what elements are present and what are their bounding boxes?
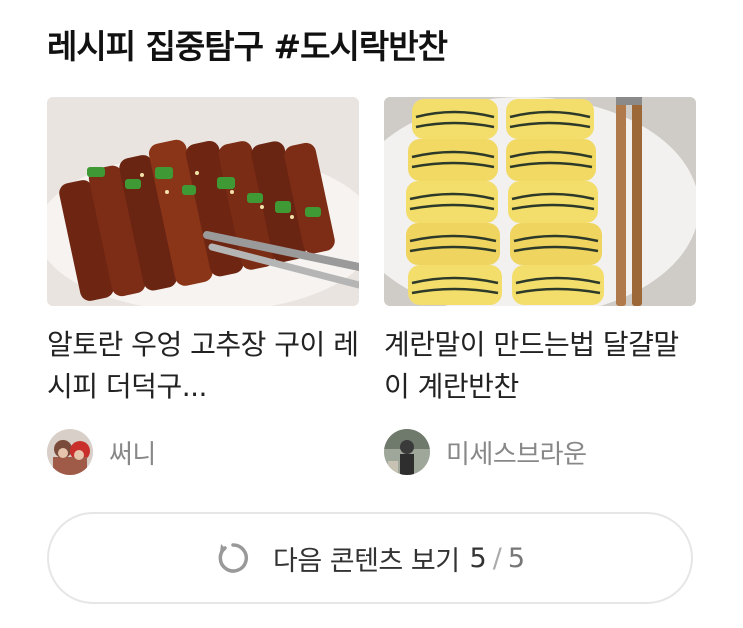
recipe-card-title[interactable]: 계란말이 만드는법 달걀말이 계란반찬 [384, 324, 696, 408]
author-name[interactable]: 미세스브라운 [446, 434, 587, 471]
page-total: 5 [507, 542, 526, 574]
recipe-card-title[interactable]: 알토란 우엉 고추장 구이 레시피 더덕구... [47, 324, 359, 408]
page-current: 5 [469, 542, 487, 574]
recipe-thumbnail[interactable] [384, 97, 696, 306]
author-avatar[interactable] [384, 429, 430, 475]
recipe-author[interactable]: 미세스브라운 [384, 428, 696, 476]
page-separator: / [492, 542, 502, 574]
recipe-author[interactable]: 써니 [47, 428, 359, 476]
recipe-card[interactable]: 계란말이 만드는법 달걀말이 계란반찬 미세스브라운 [384, 97, 696, 476]
refresh-icon [215, 540, 251, 576]
recipe-card[interactable]: 알토란 우엉 고추장 구이 레시피 더덕구... 써니 [47, 97, 359, 476]
section-title: 레시피 집중탐구 #도시락반찬 [47, 27, 448, 66]
author-avatar[interactable] [47, 429, 93, 475]
recipe-section: 레시피 집중탐구 #도시락반찬 알토란 우엉 고추장 구이 레시피 더덕구...… [0, 0, 743, 628]
author-name[interactable]: 써니 [109, 434, 156, 471]
next-content-label: 다음 콘텐츠 보기 [272, 545, 460, 577]
next-content-button[interactable]: 다음 콘텐츠 보기 5 / 5 [47, 512, 693, 604]
recipe-thumbnail[interactable] [47, 97, 359, 306]
